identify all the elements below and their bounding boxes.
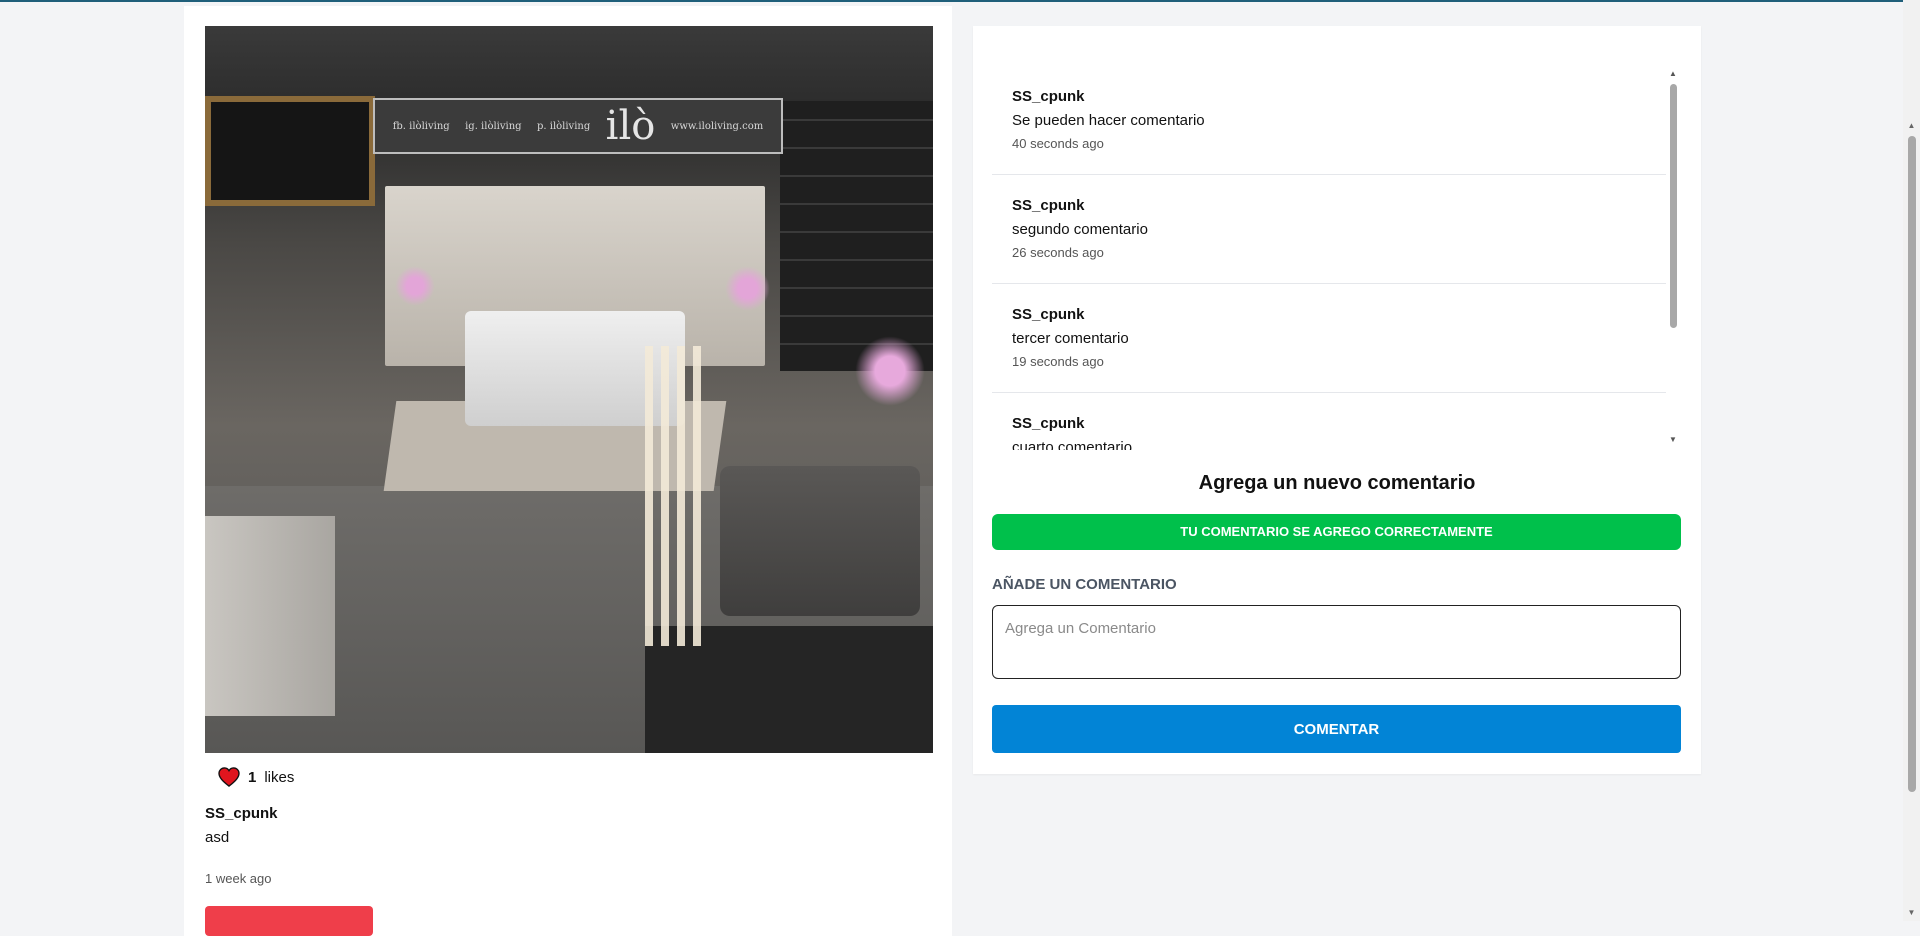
comments-scrollbar[interactable]: ▲ ▼ <box>1666 66 1680 450</box>
triangle-up-icon[interactable]: ▲ <box>1666 68 1680 80</box>
post-username: SS_cpunk <box>205 805 278 822</box>
top-accent-line <box>0 0 1920 2</box>
image-armchair <box>205 516 335 716</box>
post-description: asd <box>205 829 230 846</box>
triangle-down-icon[interactable]: ▼ <box>1903 905 1920 921</box>
image-brand-banner: fb. ilòliving ig. ilòliving p. ilòliving… <box>373 98 783 154</box>
comment-item: SS_cpunk cuarto comentario <box>992 393 1666 450</box>
post-timestamp: 1 week ago <box>205 871 272 886</box>
banner-p: p. ilòliving <box>536 120 591 132</box>
comment-text: cuarto comentario <box>1012 439 1133 450</box>
comment-username: SS_cpunk <box>1012 306 1085 323</box>
comment-username: SS_cpunk <box>1012 197 1085 214</box>
image-flowers <box>395 266 435 306</box>
post-image: fb. ilòliving ig. ilòliving p. ilòliving… <box>205 26 933 753</box>
comment-text: tercer comentario <box>1012 330 1129 347</box>
comment-timestamp: 19 seconds ago <box>1012 354 1104 369</box>
likes-row: 1 likes <box>218 766 294 788</box>
form-heading: Agrega un nuevo comentario <box>1198 472 1476 494</box>
success-alert: TU COMENTARIO SE AGREGO CORRECTAMENTE <box>992 514 1681 550</box>
comment-item: SS_cpunk segundo comentario 26 seconds a… <box>992 175 1666 284</box>
triangle-down-icon[interactable]: ▼ <box>1666 434 1680 446</box>
page-scroll-thumb[interactable] <box>1908 136 1916 792</box>
triangle-up-icon[interactable]: ▲ <box>1903 118 1920 134</box>
banner-ig: ig. ilòliving <box>465 120 522 132</box>
comment-timestamp: 26 seconds ago <box>1012 245 1104 260</box>
delete-post-button[interactable] <box>205 906 373 936</box>
comment-text: Se pueden hacer comentario <box>1012 112 1205 129</box>
image-tv <box>205 96 375 206</box>
page-scrollbar[interactable]: ▲ ▼ <box>1903 0 1920 921</box>
comment-input[interactable] <box>992 605 1681 679</box>
likes-count: 1 <box>248 768 257 786</box>
comment-username: SS_cpunk <box>1012 88 1085 105</box>
image-flowers <box>725 266 770 311</box>
comment-field-label: AÑADE UN COMENTARIO <box>992 576 1177 593</box>
comment-item: SS_cpunk tercer comentario 19 seconds ag… <box>992 284 1666 393</box>
comment-text: segundo comentario <box>1012 221 1148 238</box>
brand-logo: ilò <box>605 103 656 149</box>
banner-fb: fb. ilòliving <box>392 120 450 132</box>
comment-username: SS_cpunk <box>1012 415 1085 432</box>
comments-list[interactable]: SS_cpunk Se pueden hacer comentario 40 s… <box>992 66 1682 450</box>
image-lamps <box>645 346 705 646</box>
comment-item: SS_cpunk Se pueden hacer comentario 40 s… <box>992 66 1666 175</box>
image-flowers <box>855 336 925 406</box>
comment-submit-button[interactable]: COMENTAR <box>992 705 1681 753</box>
banner-site: www.iloliving.com <box>670 120 764 132</box>
image-armchair <box>720 466 920 616</box>
image-shelf <box>780 101 933 371</box>
comment-timestamp: 40 seconds ago <box>1012 136 1104 151</box>
heart-icon[interactable] <box>218 767 240 787</box>
likes-label: likes <box>264 768 295 786</box>
scroll-thumb[interactable] <box>1670 84 1677 328</box>
